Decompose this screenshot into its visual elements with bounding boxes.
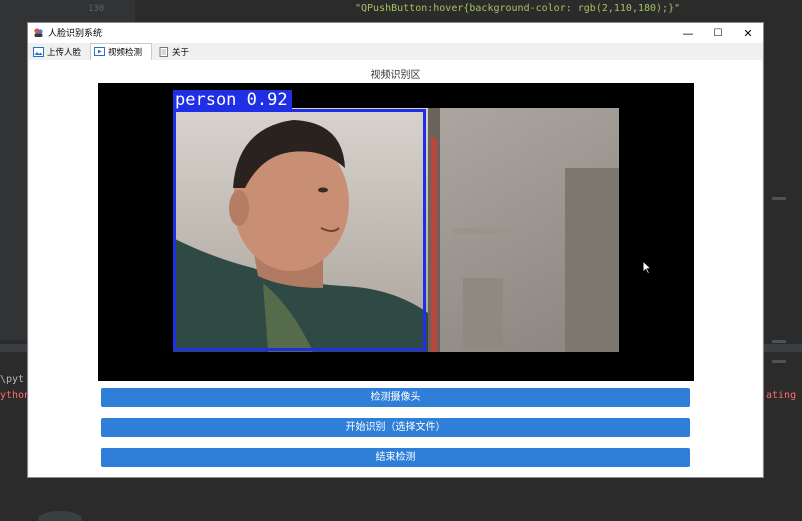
video-icon xyxy=(94,47,105,56)
detection-label: person 0.92 xyxy=(173,90,292,110)
console-path-text: \pyt xyxy=(0,374,25,385)
tab-label: 视频检测 xyxy=(108,48,143,58)
image-icon xyxy=(33,46,44,57)
app-window: 人脸识别系统 — ☐ ✕ 上传人脸 视频检测 关于 视频识别区 person 0… xyxy=(27,22,764,478)
tab-video-detect[interactable]: 视频检测 xyxy=(90,43,152,60)
detect-camera-button[interactable]: 检测摄像头 xyxy=(101,388,690,407)
window-title: 人脸识别系统 xyxy=(48,29,103,39)
title-bar[interactable]: 人脸识别系统 — ☐ ✕ xyxy=(28,23,763,43)
tab-upload-face[interactable]: 上传人脸 xyxy=(30,44,88,59)
document-icon xyxy=(159,46,168,57)
tab-about[interactable]: 关于 xyxy=(155,44,193,59)
video-display: person 0.92 xyxy=(98,83,694,381)
app-logo-icon xyxy=(34,28,43,37)
taskbar-shape-icon xyxy=(38,511,82,521)
close-button[interactable]: ✕ xyxy=(733,23,763,43)
detection-box xyxy=(173,109,426,351)
stop-detection-button[interactable]: 结束检测 xyxy=(101,448,690,467)
maximize-button[interactable]: ☐ xyxy=(703,23,733,43)
ide-line-number: 130 xyxy=(88,4,105,14)
tab-label: 上传人脸 xyxy=(47,47,82,58)
mouse-cursor-icon xyxy=(642,260,652,275)
video-detect-panel: 视频识别区 person 0.92 检测摄像头 开始识别（选择文件） 结束检测 xyxy=(29,60,762,477)
video-area-title: 视频识别区 xyxy=(370,70,421,81)
ide-scroll-marker xyxy=(772,360,786,363)
tab-label: 关于 xyxy=(172,47,190,58)
console-tail-text: ating a xyxy=(766,390,802,401)
ide-scroll-marker xyxy=(772,197,786,200)
start-recognition-button[interactable]: 开始识别（选择文件） xyxy=(101,418,690,437)
minimize-button[interactable]: — xyxy=(673,23,703,43)
console-error-text: ython xyxy=(0,390,31,401)
ide-code-line: "QPushButton:hover{background-color: rgb… xyxy=(355,3,681,14)
ide-scroll-marker xyxy=(772,340,786,343)
tab-bar: 上传人脸 视频检测 关于 xyxy=(28,43,763,61)
